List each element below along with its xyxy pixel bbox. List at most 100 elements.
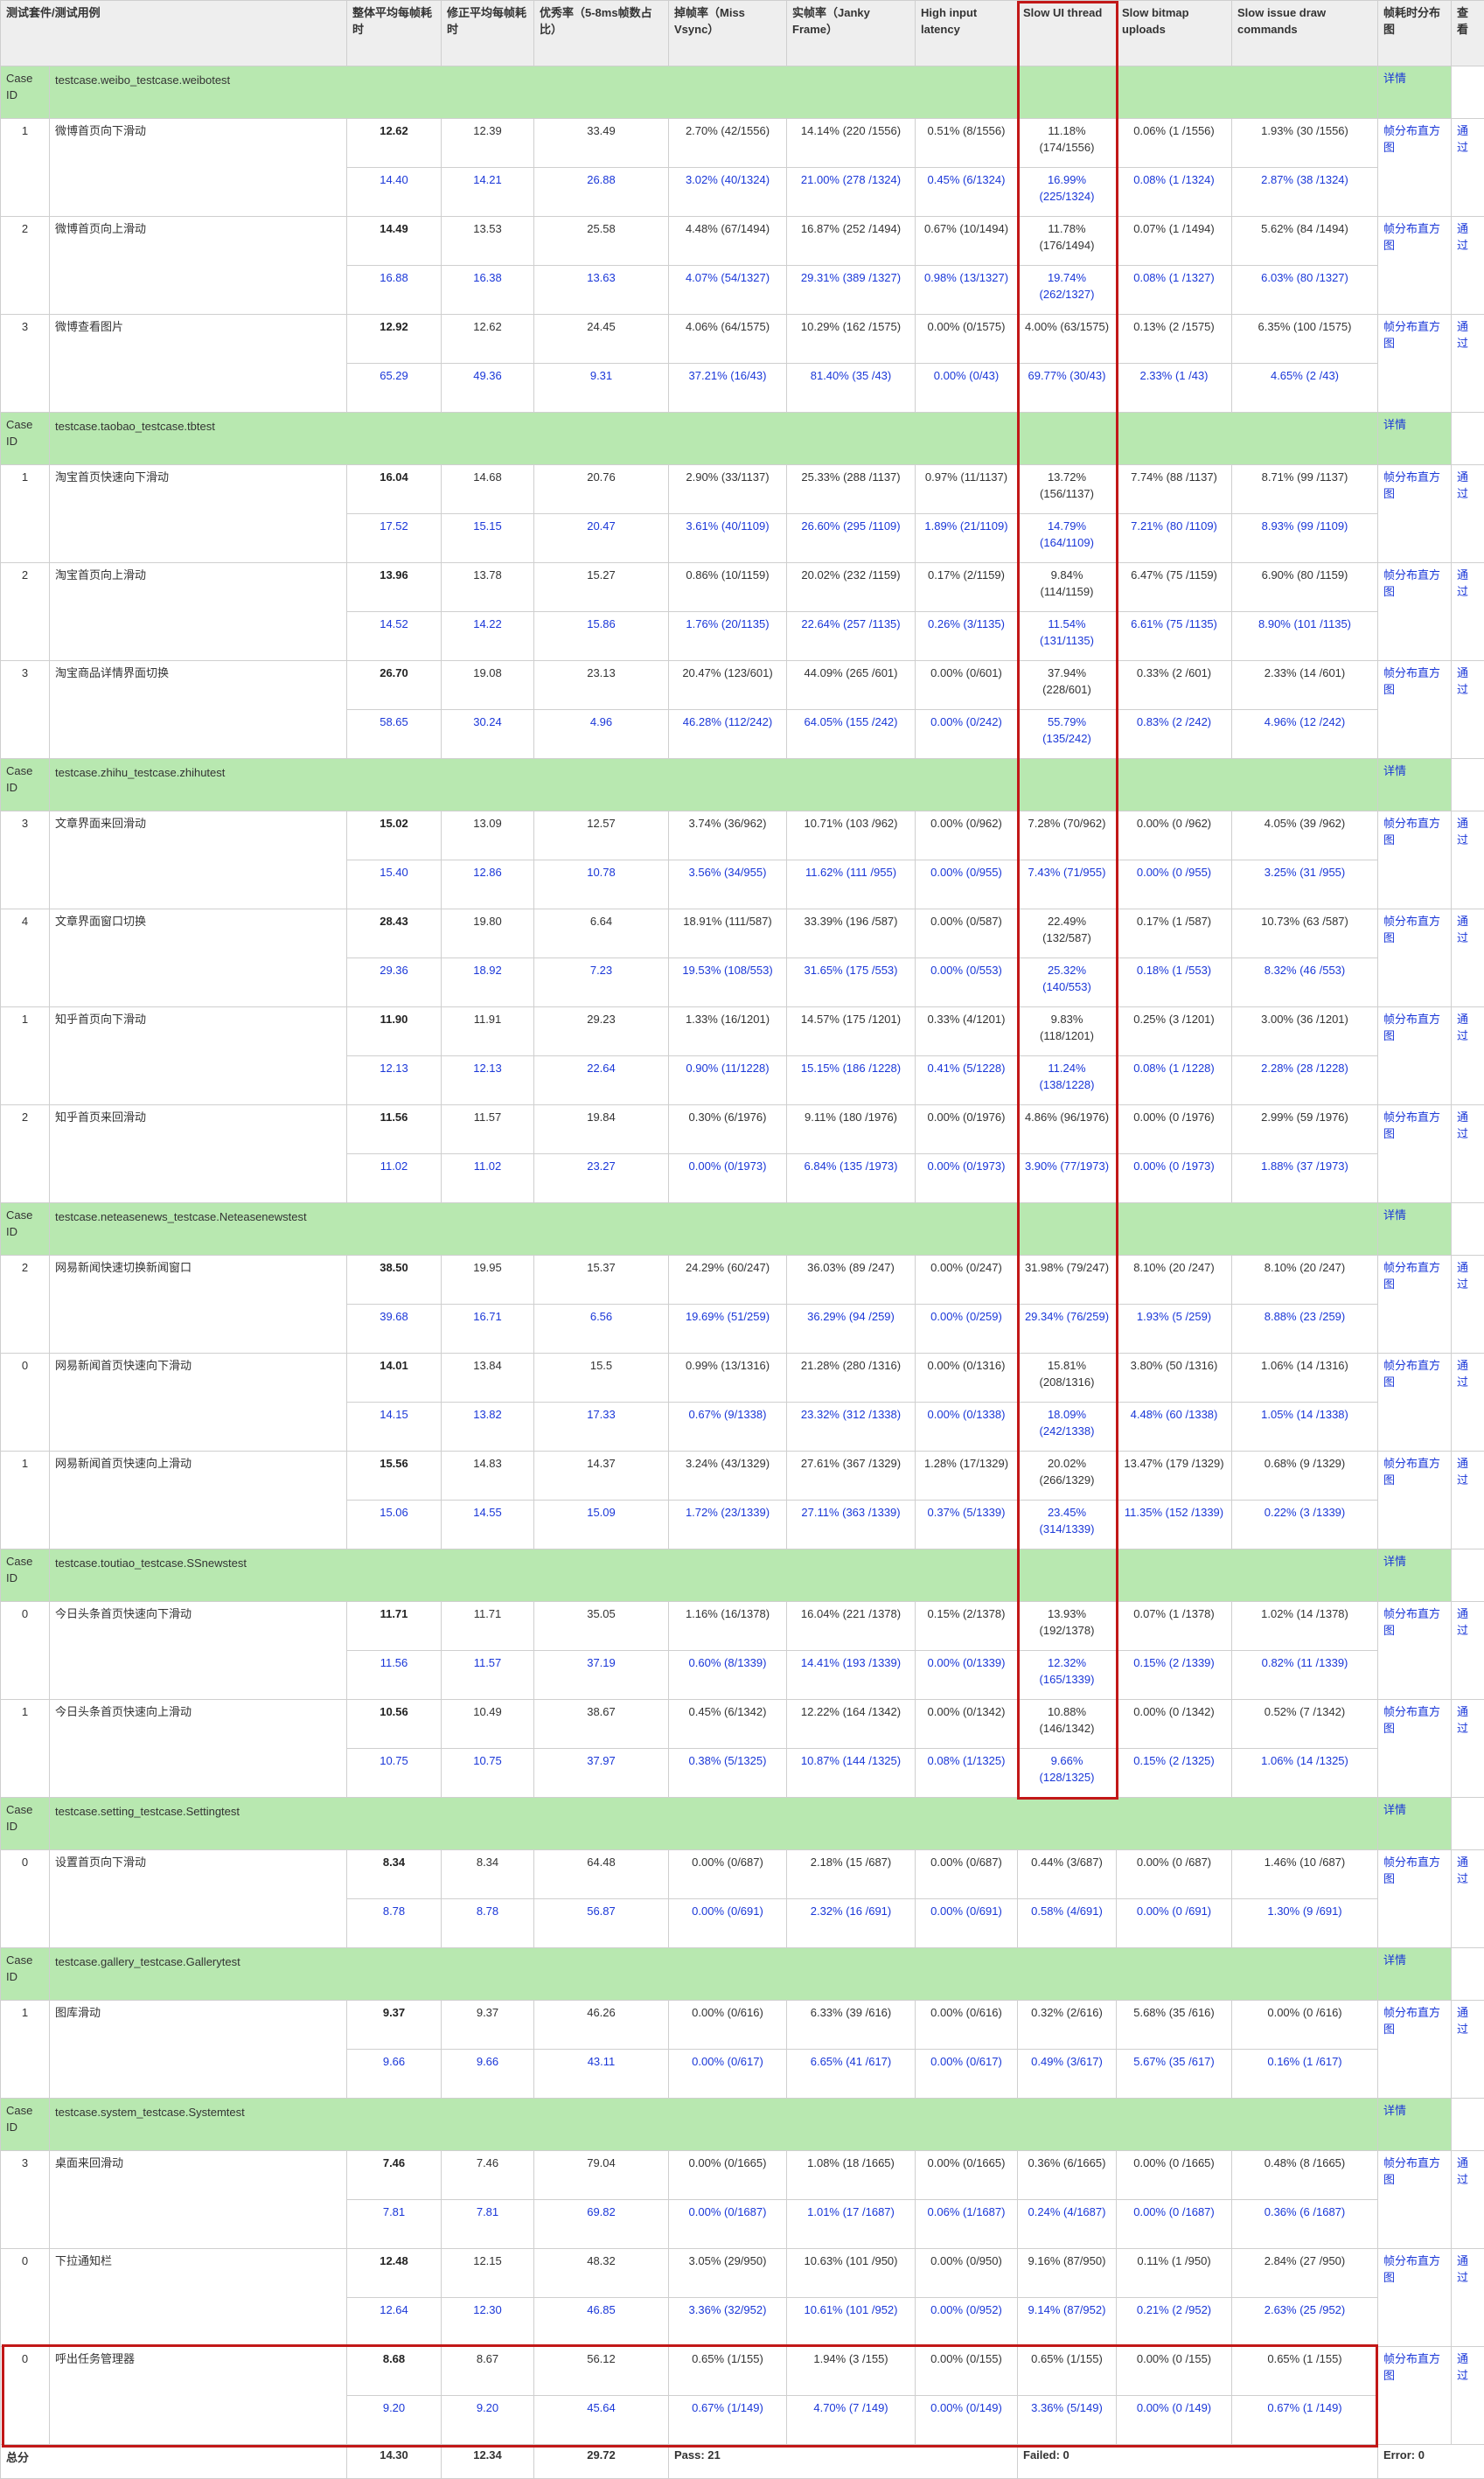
corrected-slow-draw: 6.03% (80 /1327): [1232, 266, 1378, 315]
pass-status[interactable]: 通过: [1452, 2151, 1484, 2249]
corrected-excellent-rate: 13.63: [534, 266, 669, 315]
pass-status[interactable]: 通过: [1452, 119, 1484, 217]
corrected-slow-ui: 19.74% (262/1327): [1018, 266, 1117, 315]
histogram-link[interactable]: 帧分布直方图: [1378, 1354, 1452, 1452]
corrected-slow-bitmap: 0.21% (2 /952): [1117, 2298, 1232, 2347]
corrected-slow-draw: 0.67% (1 /149): [1232, 2396, 1378, 2445]
corrected-avg-frame: 7.81: [347, 2200, 442, 2249]
pass-status[interactable]: 通过: [1452, 1007, 1484, 1105]
corrected-high-input: 0.00% (0/553): [916, 958, 1018, 1007]
histogram-link[interactable]: 帧分布直方图: [1378, 811, 1452, 909]
detail-link[interactable]: 详情: [1378, 1948, 1452, 2001]
pass-status[interactable]: 通过: [1452, 2001, 1484, 2099]
histogram-link[interactable]: 帧分布直方图: [1378, 2001, 1452, 2099]
pass-status[interactable]: 通过: [1452, 1452, 1484, 1549]
metric-adj-avg-frame: 12.15: [442, 2249, 534, 2298]
metric-slow-bitmap: 0.11% (1 /950): [1117, 2249, 1232, 2298]
corrected-slow-bitmap: 4.48% (60 /1338): [1117, 1403, 1232, 1452]
detail-link[interactable]: 详情: [1378, 66, 1452, 119]
pass-status[interactable]: 通过: [1452, 217, 1484, 315]
corrected-miss-vsync: 0.00% (0/1973): [669, 1154, 787, 1203]
corrected-janky: 29.31% (389 /1327): [787, 266, 916, 315]
corrected-slow-draw: 8.93% (99 /1109): [1232, 514, 1378, 563]
histogram-link[interactable]: 帧分布直方图: [1378, 2249, 1452, 2347]
pass-status[interactable]: 通过: [1452, 315, 1484, 413]
col-view: 查看: [1452, 1, 1484, 66]
metric-slow-draw: 0.52% (7 /1342): [1232, 1700, 1378, 1749]
suite-name: testcase.weibo_testcase.weibotest: [50, 66, 1378, 119]
case-id: 2: [1, 563, 50, 661]
corrected-adj-avg-frame: 12.13: [442, 1056, 534, 1105]
histogram-link[interactable]: 帧分布直方图: [1378, 2347, 1452, 2445]
suite-row: Case IDtestcase.neteasenews_testcase.Net…: [1, 1203, 1484, 1256]
detail-link[interactable]: 详情: [1378, 1549, 1452, 1602]
histogram-link[interactable]: 帧分布直方图: [1378, 315, 1452, 413]
suite-row: Case IDtestcase.system_testcase.Systemte…: [1, 2099, 1484, 2151]
detail-link[interactable]: 详情: [1378, 759, 1452, 811]
pass-status[interactable]: 通过: [1452, 1105, 1484, 1203]
corrected-adj-avg-frame: 16.71: [442, 1305, 534, 1354]
metric-high-input: 0.67% (10/1494): [916, 217, 1018, 266]
histogram-link[interactable]: 帧分布直方图: [1378, 1007, 1452, 1105]
corrected-high-input: 0.45% (6/1324): [916, 168, 1018, 217]
corrected-excellent-rate: 4.96: [534, 710, 669, 759]
pass-status[interactable]: 通过: [1452, 1700, 1484, 1798]
detail-link[interactable]: 详情: [1378, 2099, 1452, 2151]
pass-status[interactable]: 通过: [1452, 1602, 1484, 1700]
histogram-link[interactable]: 帧分布直方图: [1378, 1256, 1452, 1354]
metric-janky: 25.33% (288 /1137): [787, 465, 916, 514]
histogram-link[interactable]: 帧分布直方图: [1378, 909, 1452, 1007]
histogram-link[interactable]: 帧分布直方图: [1378, 465, 1452, 563]
corrected-janky: 2.32% (16 /691): [787, 1899, 916, 1948]
histogram-link[interactable]: 帧分布直方图: [1378, 1700, 1452, 1798]
detail-link[interactable]: 详情: [1378, 1798, 1452, 1850]
metric-janky: 20.02% (232 /1159): [787, 563, 916, 612]
detail-link[interactable]: 详情: [1378, 413, 1452, 465]
histogram-link[interactable]: 帧分布直方图: [1378, 1105, 1452, 1203]
histogram-link[interactable]: 帧分布直方图: [1378, 563, 1452, 661]
case-row: 2网易新闻快速切换新闻窗口38.5019.9515.3724.29% (60/2…: [1, 1256, 1484, 1305]
pass-status[interactable]: 通过: [1452, 563, 1484, 661]
pass-status[interactable]: 通过: [1452, 811, 1484, 909]
metric-miss-vsync: 1.33% (16/1201): [669, 1007, 787, 1056]
corrected-slow-draw: 1.06% (14 /1325): [1232, 1749, 1378, 1798]
metric-slow-ui: 7.28% (70/962): [1018, 811, 1117, 860]
corrected-slow-draw: 1.30% (9 /691): [1232, 1899, 1378, 1948]
case-id: 1: [1, 119, 50, 217]
metric-high-input: 0.00% (0/587): [916, 909, 1018, 958]
histogram-link[interactable]: 帧分布直方图: [1378, 1602, 1452, 1700]
pass-status[interactable]: 通过: [1452, 1354, 1484, 1452]
corrected-avg-frame: 10.75: [347, 1749, 442, 1798]
corrected-slow-bitmap: 0.08% (1 /1324): [1117, 168, 1232, 217]
histogram-link[interactable]: 帧分布直方图: [1378, 2151, 1452, 2249]
corrected-excellent-rate: 37.19: [534, 1651, 669, 1700]
metric-adj-avg-frame: 11.57: [442, 1105, 534, 1154]
col-slow-ui: Slow UI thread: [1018, 1, 1117, 66]
case-id-label: Case ID: [1, 1203, 50, 1256]
detail-link[interactable]: 详情: [1378, 1203, 1452, 1256]
metric-adj-avg-frame: 19.08: [442, 661, 534, 710]
pass-status[interactable]: 通过: [1452, 1850, 1484, 1948]
metric-excellent-rate: 64.48: [534, 1850, 669, 1899]
corrected-miss-vsync: 3.56% (34/955): [669, 860, 787, 909]
pass-status[interactable]: 通过: [1452, 2347, 1484, 2445]
histogram-link[interactable]: 帧分布直方图: [1378, 1452, 1452, 1549]
metric-janky: 27.61% (367 /1329): [787, 1452, 916, 1501]
metric-janky: 14.57% (175 /1201): [787, 1007, 916, 1056]
corrected-janky: 10.87% (144 /1325): [787, 1749, 916, 1798]
case-row: 0呼出任务管理器8.688.6756.120.65% (1/155)1.94% …: [1, 2347, 1484, 2396]
pass-status[interactable]: 通过: [1452, 1256, 1484, 1354]
histogram-link[interactable]: 帧分布直方图: [1378, 217, 1452, 315]
histogram-link[interactable]: 帧分布直方图: [1378, 119, 1452, 217]
corrected-adj-avg-frame: 10.75: [442, 1749, 534, 1798]
pass-status[interactable]: 通过: [1452, 465, 1484, 563]
case-id: 1: [1, 2001, 50, 2099]
histogram-link[interactable]: 帧分布直方图: [1378, 661, 1452, 759]
metric-slow-draw: 4.05% (39 /962): [1232, 811, 1378, 860]
histogram-link[interactable]: 帧分布直方图: [1378, 1850, 1452, 1948]
metric-slow-ui: 0.65% (1/155): [1018, 2347, 1117, 2396]
pass-status[interactable]: 通过: [1452, 909, 1484, 1007]
pass-status[interactable]: 通过: [1452, 2249, 1484, 2347]
pass-status[interactable]: 通过: [1452, 661, 1484, 759]
metric-avg-frame: 12.92: [347, 315, 442, 364]
